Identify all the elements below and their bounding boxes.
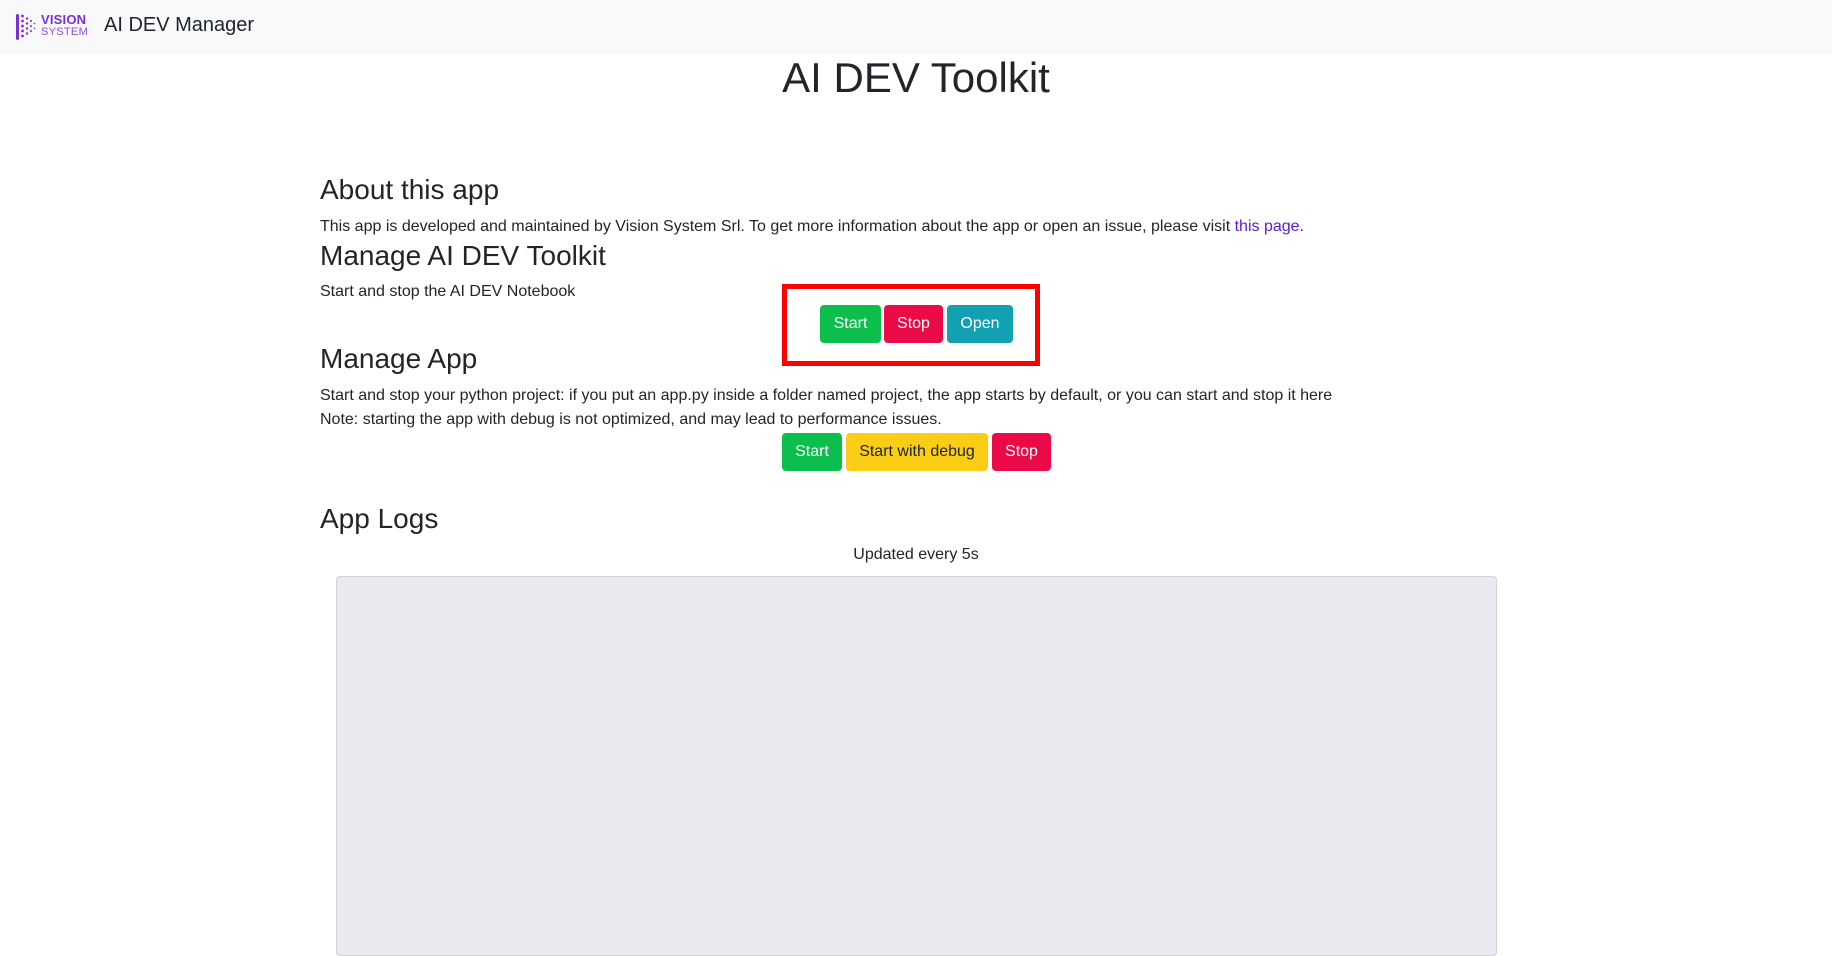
logo-dots-icon xyxy=(16,14,36,40)
app-stop-button[interactable]: Stop xyxy=(992,433,1051,471)
logo-text-vision: VISION xyxy=(41,12,87,27)
about-heading: About this app xyxy=(320,174,500,205)
manage-app-description: Start and stop your python project: if y… xyxy=(320,387,1333,404)
manage-app-heading: Manage App xyxy=(320,343,478,374)
toolkit-stop-button[interactable]: Stop xyxy=(884,305,943,343)
app-logs-heading: App Logs xyxy=(320,503,439,534)
navbar: VISION SYSTEM AI DEV Manager xyxy=(0,0,1832,54)
manage-toolkit-heading: Manage AI DEV Toolkit xyxy=(320,240,606,271)
manage-toolkit-description: Start and stop the AI DEV Notebook xyxy=(320,283,576,300)
logo-text-system: SYSTEM xyxy=(41,26,89,38)
manage-app-note: Note: starting the app with debug is not… xyxy=(320,411,942,428)
about-text: This app is developed and maintained by … xyxy=(320,215,1304,239)
about-text-after: . xyxy=(1299,218,1304,235)
vision-system-logo[interactable]: VISION SYSTEM xyxy=(16,12,88,42)
logs-updated-text: Updated every 5s xyxy=(853,546,979,563)
page-title: AI DEV Toolkit xyxy=(782,54,1050,101)
about-text-before: This app is developed and maintained by … xyxy=(320,218,1235,235)
this-page-link[interactable]: this page xyxy=(1235,218,1300,235)
toolkit-open-button[interactable]: Open xyxy=(947,305,1013,343)
app-logs-textarea[interactable] xyxy=(336,576,1497,956)
app-start-debug-button[interactable]: Start with debug xyxy=(846,433,988,471)
navbar-brand[interactable]: AI DEV Manager xyxy=(104,14,254,37)
app-start-button[interactable]: Start xyxy=(782,433,842,471)
toolkit-start-button[interactable]: Start xyxy=(820,305,881,343)
